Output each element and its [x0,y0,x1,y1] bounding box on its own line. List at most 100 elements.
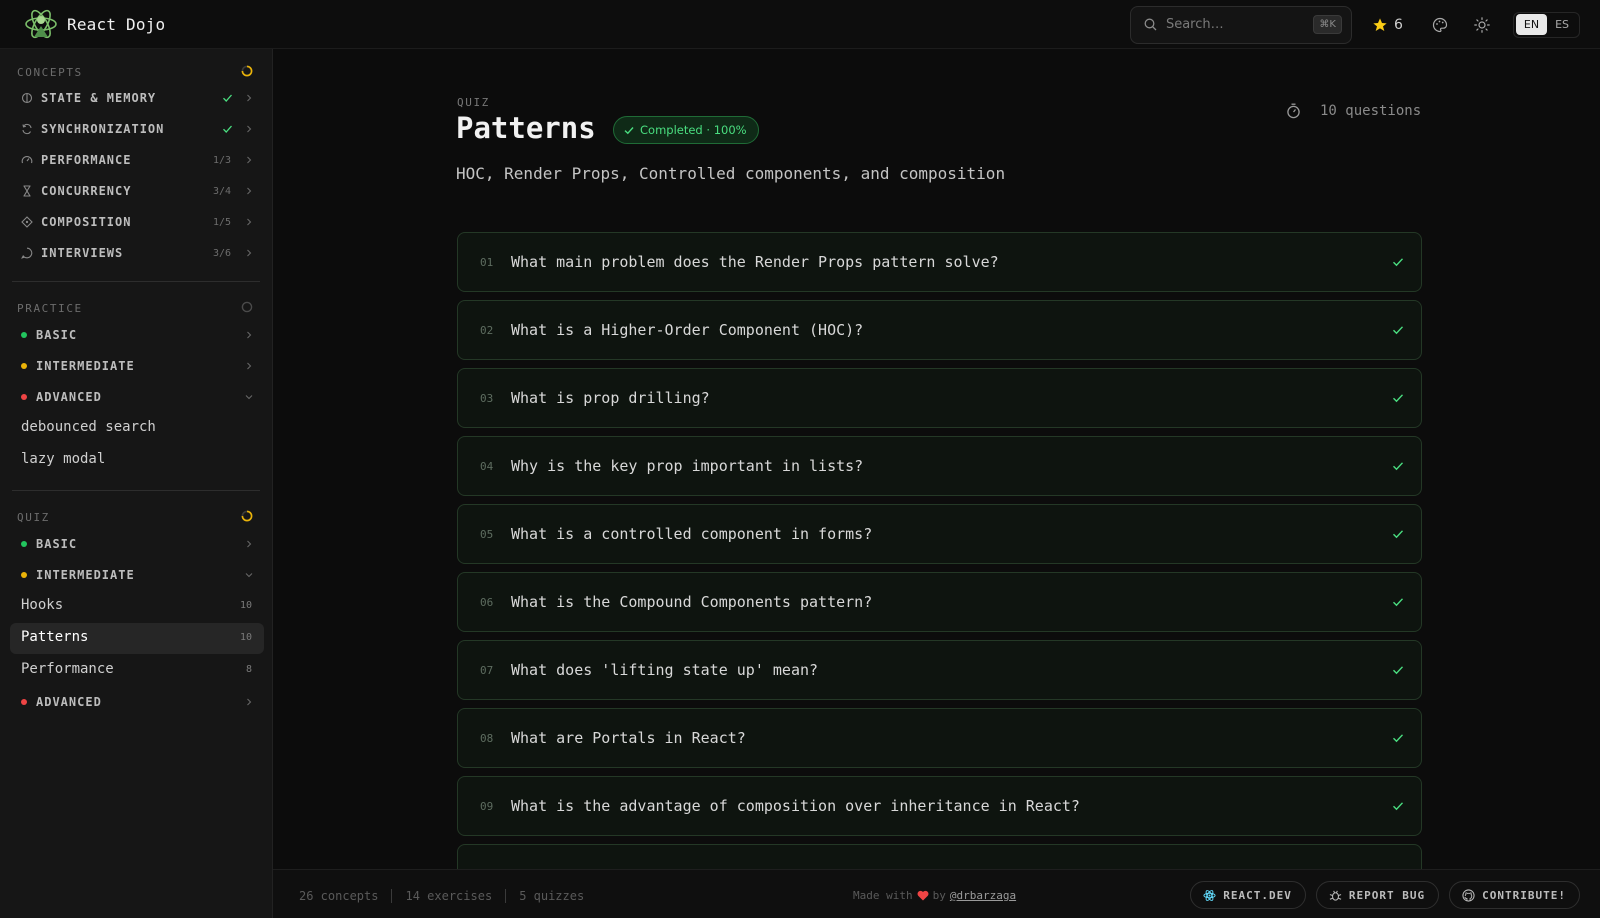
concepts-progress-ring-icon [241,65,253,77]
stats-separator [505,889,507,903]
sidebar-item-concurrency[interactable]: CONCURRENCY 3/4 [10,177,264,205]
palette-icon [1432,17,1447,32]
question-row-partial[interactable] [457,844,1422,869]
brain-icon [21,92,33,104]
quiz-level-intermediate[interactable]: INTERMEDIATE [10,561,264,589]
contribute-label: CONTRIBUTE! [1482,888,1566,902]
quiz-item-count: 10 [239,632,252,643]
sidebar-item-performance[interactable]: PERFORMANCE 1/3 [10,146,264,174]
sidebar-item-label: PERFORMANCE [41,153,132,167]
sidebar-item-synchronization[interactable]: SYNCHRONIZATION [10,115,264,143]
sidebar-item-state-memory[interactable]: STATE & MEMORY [10,84,264,112]
check-icon [1393,802,1404,811]
quiz-level-advanced[interactable]: ADVANCED [10,688,264,716]
question-number: 01 [480,256,494,269]
chevron-right-icon [247,331,252,339]
sidebar-item-interviews[interactable]: INTERVIEWS 3/6 [10,239,264,267]
react-dev-label: REACT.DEV [1223,888,1292,902]
chevron-right-icon [247,698,252,706]
check-icon [1393,530,1404,539]
question-text: What is a controlled component in forms? [511,525,873,543]
question-row[interactable]: 08 What are Portals in React? [457,708,1422,768]
question-count-label: 10 questions [1320,103,1422,119]
question-row[interactable]: 03 What is prop drilling? [457,368,1422,428]
completion-badge-label: Completed · 100% [640,123,747,137]
question-row[interactable]: 02 What is a Higher-Order Component (HOC… [457,300,1422,360]
practice-level-basic[interactable]: BASIC [10,321,264,349]
sidebar-divider [12,281,260,282]
level-label: BASIC [36,328,78,342]
quiz-item-performance[interactable]: Performance 8 [10,655,264,686]
question-number: 09 [480,800,494,813]
sun-icon [1474,16,1490,33]
concepts-count: 26 concepts [299,889,379,903]
author-link[interactable]: @drbarzaga [950,889,1016,902]
practice-level-advanced[interactable]: ADVANCED [10,383,264,411]
brand[interactable]: React Dojo [24,7,165,41]
quiz-level-basic[interactable]: BASIC [10,530,264,558]
practice-item-debounced-search[interactable]: debounced search [10,413,264,444]
quiz-item-patterns[interactable]: Patterns 10 [10,623,264,654]
question-number: 03 [480,392,494,405]
question-number: 08 [480,732,494,745]
quiz-item-label: Hooks [21,597,64,613]
question-number: 02 [480,324,494,337]
github-stars[interactable]: 6 [1372,17,1403,33]
check-icon [1393,598,1404,607]
lang-en-button[interactable]: EN [1515,14,1548,35]
timer-icon [1287,103,1300,119]
question-number: 07 [480,664,494,677]
level-dot-basic [21,332,27,338]
practice-level-intermediate[interactable]: INTERMEDIATE [10,352,264,380]
hourglass-icon [23,185,31,197]
question-row[interactable]: 06 What is the Compound Components patte… [457,572,1422,632]
chevron-right-icon [247,218,252,226]
sidebar-item-label: INTERVIEWS [41,246,124,260]
heart-icon [917,890,929,901]
search-box[interactable]: ⌘K [1129,5,1352,44]
completion-badge: Completed · 100% [613,116,759,144]
question-text: What is a Higher-Order Component (HOC)? [511,321,864,339]
quiz-item-label: Patterns [21,629,89,645]
light-mode-button[interactable] [1471,14,1493,36]
theme-palette-button[interactable] [1429,14,1451,36]
sidebar-divider [12,490,260,491]
contribute-button[interactable]: CONTRIBUTE! [1449,881,1580,909]
quiz-item-hooks[interactable]: Hooks 10 [10,591,264,622]
question-number: 05 [480,528,494,541]
chevron-right-icon [247,187,252,195]
by-label: by [932,889,946,902]
chevron-down-icon [245,573,253,578]
search-shortcut: ⌘K [1313,15,1342,34]
question-text: What does 'lifting state up' mean? [511,661,819,679]
question-number: 06 [480,596,494,609]
question-row[interactable]: 04 Why is the key prop important in list… [457,436,1422,496]
search-icon [1144,18,1157,31]
lang-es-button[interactable]: ES [1547,14,1577,35]
react-dev-button[interactable]: REACT.DEV [1190,881,1306,909]
site-stats: 26 concepts 14 exercises 5 quizzes [299,889,584,903]
main-content: QUIZ Patterns Completed · 100% 10 questi… [273,49,1600,869]
question-row[interactable]: 05 What is a controlled component in for… [457,504,1422,564]
app-name: React Dojo [67,14,166,34]
sidebar-item-composition[interactable]: COMPOSITION 1/5 [10,208,264,236]
react-dojo-logo-icon [25,9,57,39]
quiz-heading: QUIZ [17,511,50,524]
quiz-progress-ring-icon [241,510,253,522]
level-dot-advanced [21,699,27,705]
sidebar-item-label: STATE & MEMORY [41,91,157,105]
sidebar-item-label: CONCURRENCY [41,184,132,198]
report-bug-label: REPORT BUG [1348,888,1426,902]
made-with: Made with by @drbarzaga [853,889,1016,902]
gauge-icon [21,156,33,164]
report-bug-button[interactable]: REPORT BUG [1315,881,1440,909]
chevron-right-icon [247,156,252,164]
question-row[interactable]: 01 What main problem does the Render Pro… [457,232,1422,292]
question-row[interactable]: 09 What is the advantage of composition … [457,776,1422,836]
check-icon [1393,326,1404,335]
sidebar-item-progress: 1/5 [213,216,232,228]
chevron-right-icon [247,125,252,133]
question-row[interactable]: 07 What does 'lifting state up' mean? [457,640,1422,700]
search-input[interactable] [1165,17,1306,32]
practice-item-lazy-modal[interactable]: lazy modal [10,445,264,476]
